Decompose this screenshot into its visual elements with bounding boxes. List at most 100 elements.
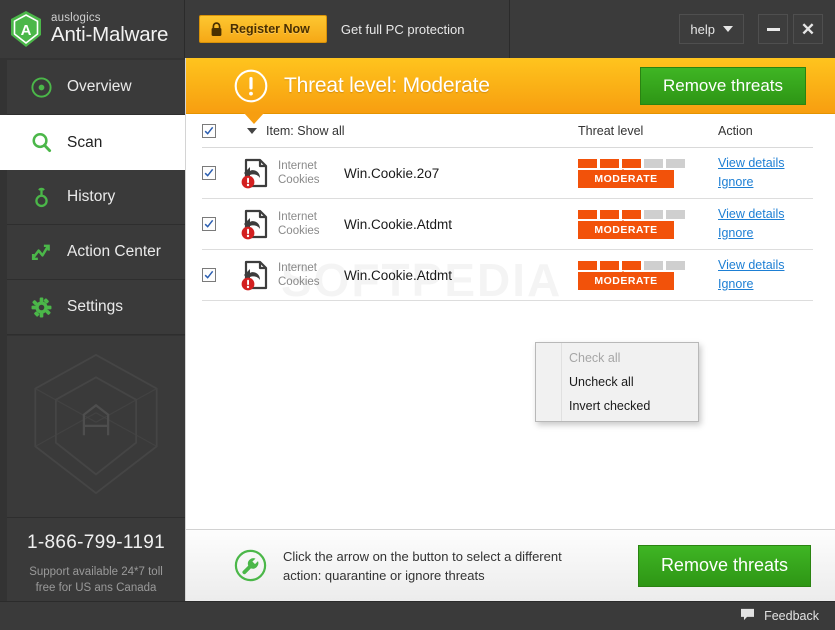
row-threat-level: MODERATE bbox=[578, 209, 718, 239]
window-controls: help ✕ bbox=[510, 0, 835, 58]
application-window: A auslogics Anti-Malware Register Now Ge… bbox=[0, 0, 835, 630]
minimize-button[interactable] bbox=[758, 14, 788, 44]
banner-remove-threats-button[interactable]: Remove threats bbox=[640, 66, 806, 105]
remove-threats-label: Remove threats bbox=[660, 555, 788, 575]
row-actions: View details Ignore bbox=[718, 205, 813, 243]
ignore-link[interactable]: Ignore bbox=[718, 275, 813, 294]
action-bar: Click the arrow on the button to select … bbox=[186, 529, 835, 601]
threat-badge-wrap: MODERATE bbox=[578, 219, 674, 239]
row-threat-level: MODERATE bbox=[578, 158, 718, 188]
remove-threats-button[interactable]: Remove threats bbox=[637, 544, 811, 587]
filter-dropdown-cell[interactable] bbox=[238, 127, 266, 134]
meter-block bbox=[600, 260, 619, 270]
row-checkbox-cell bbox=[202, 217, 238, 231]
sidebar-item-history[interactable]: History bbox=[7, 170, 185, 225]
meter-block bbox=[600, 158, 619, 168]
meter-block bbox=[622, 158, 641, 168]
exclamation-circle-icon bbox=[234, 69, 268, 103]
meter-block bbox=[644, 158, 663, 168]
register-now-button[interactable]: Register Now bbox=[199, 15, 327, 43]
threat-banner: Threat level: Moderate Remove threats bbox=[186, 58, 835, 124]
brand-title: Anti-Malware bbox=[51, 23, 169, 46]
context-menu[interactable]: Check all Uncheck all Invert checked bbox=[535, 342, 699, 422]
action-header: Action bbox=[718, 123, 753, 138]
title-bar: A auslogics Anti-Malware Register Now Ge… bbox=[0, 0, 835, 58]
sidebar-item-label: Settings bbox=[67, 298, 124, 315]
sidebar-item-label: History bbox=[67, 188, 116, 205]
threat-meter bbox=[578, 209, 718, 219]
threat-notch-icon bbox=[618, 168, 628, 174]
meter-block bbox=[578, 158, 597, 168]
sidebar-item-scan[interactable]: Scan bbox=[0, 115, 185, 170]
row-threat-name: Win.Cookie.Atdmt bbox=[344, 216, 453, 232]
meter-block bbox=[578, 260, 597, 270]
meter-block bbox=[578, 209, 597, 219]
table-row[interactable]: Internet Cookies Win.Cookie.2o7 MODERATE bbox=[202, 148, 813, 199]
sidebar-item-label: Overview bbox=[67, 78, 132, 95]
row-name-cell: Win.Cookie.Atdmt bbox=[344, 268, 578, 283]
row-checkbox-cell bbox=[202, 166, 238, 180]
row-actions: View details Ignore bbox=[718, 154, 813, 192]
feedback-label: Feedback bbox=[764, 609, 819, 623]
action-hint: Click the arrow on the button to select … bbox=[283, 547, 638, 585]
sidebar-item-label: Action Center bbox=[67, 243, 161, 260]
context-menu-item-label: Uncheck all bbox=[569, 375, 634, 389]
view-details-link[interactable]: View details bbox=[718, 154, 813, 173]
feedback-button[interactable]: Feedback bbox=[740, 608, 819, 624]
close-icon: ✕ bbox=[800, 19, 816, 39]
row-type: Internet Cookies bbox=[278, 262, 320, 288]
context-menu-item-label: Check all bbox=[569, 351, 621, 365]
threat-level-header: Threat level bbox=[578, 123, 644, 138]
table-header-row: Item: Show all Threat level Action bbox=[202, 114, 813, 148]
help-dropdown-button[interactable]: help bbox=[679, 14, 744, 44]
meter-block bbox=[644, 209, 663, 219]
meter-block bbox=[666, 158, 685, 168]
context-menu-item-uncheck-all[interactable]: Uncheck all bbox=[536, 370, 698, 394]
row-type: Internet Cookies bbox=[278, 160, 320, 186]
row-checkbox[interactable] bbox=[202, 268, 216, 282]
sidebar-watermark-logo bbox=[7, 336, 185, 518]
cookie-file-alert-icon bbox=[238, 207, 272, 241]
threat-meter bbox=[578, 158, 718, 168]
key-icon bbox=[29, 185, 53, 209]
help-label: help bbox=[690, 21, 715, 37]
promo-area: Register Now Get full PC protection bbox=[185, 0, 510, 58]
meter-block bbox=[622, 209, 641, 219]
row-name-cell: Win.Cookie.Atdmt bbox=[344, 217, 578, 232]
sidebar-item-overview[interactable]: Overview bbox=[7, 60, 185, 115]
meter-block bbox=[622, 260, 641, 270]
close-button[interactable]: ✕ bbox=[793, 14, 823, 44]
sidebar-item-action-center[interactable]: Action Center bbox=[7, 225, 185, 280]
threat-meter bbox=[578, 260, 718, 270]
caret-down-icon[interactable] bbox=[247, 127, 257, 134]
action-hint-line2: action: quarantine or ignore threats bbox=[283, 567, 485, 583]
table-row[interactable]: Internet Cookies Win.Cookie.Atdmt MODERA bbox=[202, 250, 813, 301]
row-threat-name: Win.Cookie.Atdmt bbox=[344, 267, 453, 283]
sidebar: Overview Scan History Action Center Sett… bbox=[0, 58, 185, 608]
main-panel: Threat level: Moderate Remove threats SO… bbox=[185, 58, 835, 601]
row-checkbox[interactable] bbox=[202, 166, 216, 180]
ignore-link[interactable]: Ignore bbox=[718, 173, 813, 192]
context-menu-item-invert-checked[interactable]: Invert checked bbox=[536, 394, 698, 418]
ignore-link[interactable]: Ignore bbox=[718, 224, 813, 243]
brand-area: A auslogics Anti-Malware bbox=[0, 0, 185, 58]
wrench-circle-icon bbox=[234, 549, 267, 582]
row-checkbox[interactable] bbox=[202, 217, 216, 231]
row-checkbox-cell bbox=[202, 268, 238, 282]
table-row[interactable]: Internet Cookies Win.Cookie.Atdmt MODERA bbox=[202, 199, 813, 250]
filter-label: Item: Show all bbox=[266, 123, 345, 138]
action-hint-line1: Click the arrow on the button to select … bbox=[283, 548, 562, 564]
context-menu-item-label: Invert checked bbox=[569, 399, 651, 413]
filter-label-cell: Item: Show all bbox=[266, 124, 578, 138]
threat-badge-wrap: MODERATE bbox=[578, 270, 674, 290]
threat-level-title: Threat level: Moderate bbox=[284, 73, 490, 97]
threat-notch-icon bbox=[618, 270, 628, 276]
select-all-checkbox[interactable] bbox=[202, 123, 216, 138]
footer-bar: Feedback bbox=[0, 601, 835, 630]
context-menu-item-check-all: Check all bbox=[536, 346, 698, 370]
view-details-link[interactable]: View details bbox=[718, 205, 813, 224]
view-details-link[interactable]: View details bbox=[718, 256, 813, 275]
support-phone-number[interactable]: 1-866-799-1191 bbox=[7, 532, 185, 554]
row-threat-name: Win.Cookie.2o7 bbox=[344, 165, 440, 181]
sidebar-item-settings[interactable]: Settings bbox=[7, 280, 185, 335]
